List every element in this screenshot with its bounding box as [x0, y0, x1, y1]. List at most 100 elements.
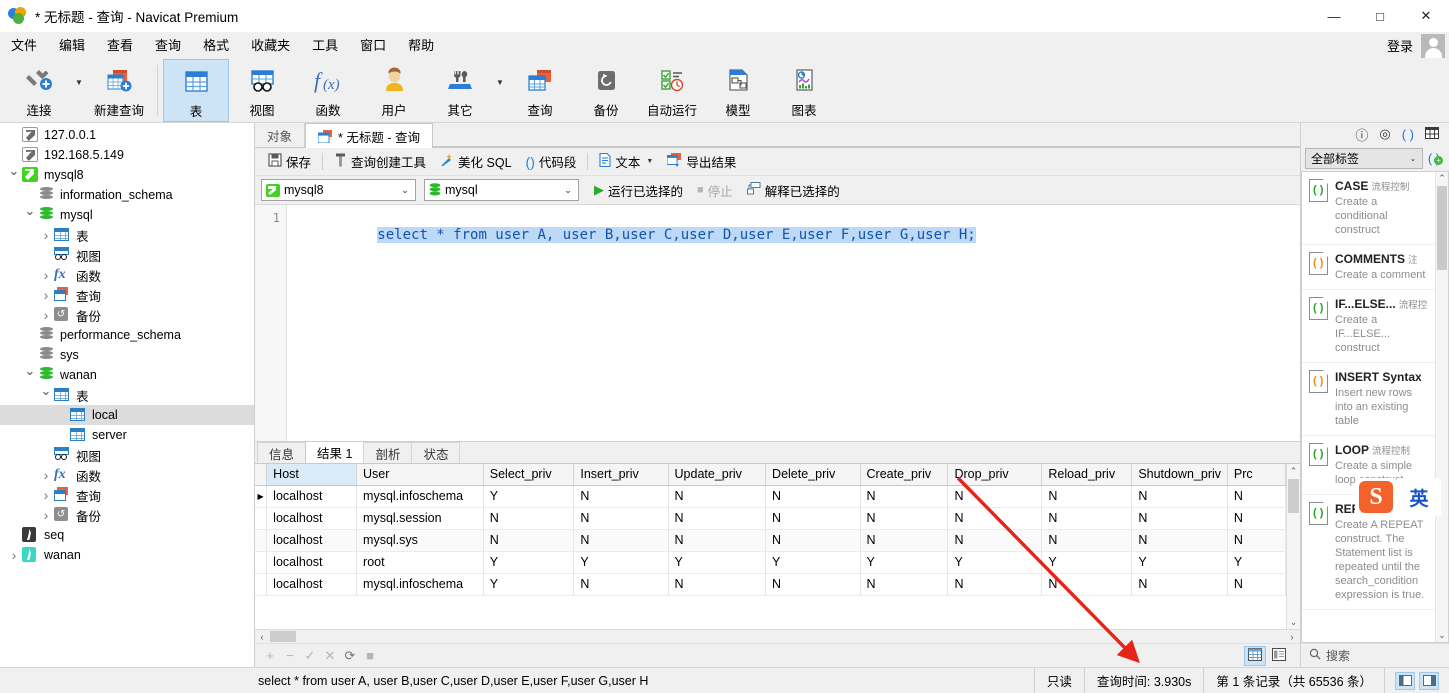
delete-record-button[interactable]: − [281, 647, 299, 665]
menu-favorites[interactable]: 收藏夹 [240, 32, 301, 59]
cancel-change-button[interactable]: ✕ [321, 647, 339, 665]
tree-node-wanan-21[interactable]: wanan [0, 545, 254, 565]
grid-column-header[interactable]: Delete_priv [765, 464, 861, 486]
grid-cell[interactable]: N [765, 529, 861, 552]
tree-twisty-collapsed-icon[interactable] [38, 507, 54, 523]
grid-column-header[interactable]: Shutdown_priv [1131, 464, 1228, 486]
toolbar-new-query[interactable]: 新建查询 [86, 59, 152, 122]
grid-cell[interactable]: N [1131, 529, 1228, 552]
grid-horizontal-scrollbar[interactable]: ‹ › [255, 629, 1300, 643]
tree-node--18[interactable]: 查询 [0, 485, 254, 505]
toolbar-table[interactable]: 表 [163, 59, 229, 122]
database-caret-icon[interactable]: ⌄ [560, 185, 576, 196]
snippet-list[interactable]: ( ) CASE 流程控制 Create a conditional construc… [1301, 171, 1449, 643]
sql-code-area[interactable]: select * from user A, user B,user C,user… [287, 205, 1300, 441]
connection-caret-icon[interactable]: ⌄ [397, 185, 413, 196]
grid-column-header[interactable]: User [356, 464, 484, 486]
grid-cell[interactable]: Y [483, 551, 575, 574]
snippet-item-3[interactable]: ( ) INSERT Syntax Insert new rows into an … [1302, 363, 1435, 436]
tree-node-127.0.0.1-0[interactable]: 127.0.0.1 [0, 125, 254, 145]
tree-node-mysql8-2[interactable]: mysql8 [0, 165, 254, 185]
tree-node-sys-11[interactable]: sys [0, 345, 254, 365]
grid-cell[interactable]: N [765, 485, 861, 508]
toolbar-view[interactable]: 视图 [229, 59, 295, 122]
grid-cell[interactable]: N [483, 529, 575, 552]
grid-column-header[interactable]: Insert_priv [573, 464, 669, 486]
grid-cell[interactable]: Y [765, 551, 861, 574]
grid-cell[interactable]: N [860, 507, 949, 530]
minimize-button[interactable]: — [1311, 0, 1357, 32]
sql-editor[interactable]: 1 select * from user A, user B,user C,us… [255, 205, 1300, 442]
grid-cell[interactable]: Y [573, 551, 669, 574]
grid-cell[interactable]: N [1227, 573, 1286, 596]
result-tab-2[interactable]: 剖析 [363, 442, 413, 463]
grid-cell[interactable]: N [668, 507, 767, 530]
grid-cell[interactable]: N [947, 485, 1043, 508]
toolbar-connection[interactable]: 连接 [6, 59, 72, 122]
split-vertical-button[interactable] [1395, 671, 1415, 690]
tree-node-performance_schema-10[interactable]: performance_schema [0, 325, 254, 345]
row-marker-cell[interactable] [255, 507, 268, 530]
menu-help[interactable]: 帮助 [397, 32, 445, 59]
tree-node-wanan-12[interactable]: wanan [0, 365, 254, 385]
tree-twisty-collapsed-icon[interactable] [38, 487, 54, 503]
table-row[interactable]: localhost mysql.sys N N N N N N N N N [255, 529, 1286, 552]
scroll-right-arrow-icon[interactable]: › [1285, 632, 1299, 642]
grid-cell[interactable]: localhost [266, 529, 358, 552]
tree-twisty-expanded-icon[interactable] [38, 387, 54, 403]
toolbar-chart[interactable]: 图表 [771, 59, 837, 122]
login-link[interactable]: 登录 [1387, 36, 1413, 55]
row-marker-cell[interactable] [255, 551, 268, 574]
tree-twisty-collapsed-icon[interactable] [38, 287, 54, 303]
grid-cell[interactable]: Y [947, 551, 1043, 574]
snippet-scroll-down-icon[interactable]: ⌄ [1438, 629, 1446, 642]
grid-column-header[interactable]: Host [266, 464, 358, 486]
snippet-scroll-up-icon[interactable]: ⌃ [1438, 172, 1446, 185]
grid-column-header[interactable]: Drop_priv [947, 464, 1043, 486]
table-row[interactable]: ▶ localhost mysql.infoschema Y N N N N N N N N [255, 485, 1286, 508]
tree-node-192.168.5.149-1[interactable]: 192.168.5.149 [0, 145, 254, 165]
grid-cell[interactable]: Y [483, 485, 575, 508]
tree-twisty-collapsed-icon[interactable] [38, 467, 54, 483]
close-button[interactable]: ✕ [1403, 0, 1449, 32]
tree-node--13[interactable]: 表 [0, 385, 254, 405]
grid-cell[interactable]: N [947, 529, 1043, 552]
menu-query[interactable]: 查询 [144, 32, 192, 59]
result-tab-0[interactable]: 信息 [257, 442, 307, 463]
form-view-button[interactable] [1268, 646, 1290, 666]
toolbar-user[interactable]: 用户 [361, 59, 427, 122]
toolbar-function[interactable]: f (x) 函数 [295, 59, 361, 122]
grid-cell[interactable]: N [1227, 507, 1286, 530]
grid-cell[interactable]: Y [483, 573, 575, 596]
menu-view[interactable]: 查看 [96, 32, 144, 59]
grid-cell[interactable]: N [947, 573, 1043, 596]
avatar[interactable] [1421, 33, 1445, 58]
grid-cell[interactable]: N [860, 529, 949, 552]
tree-twisty-collapsed-icon[interactable] [6, 547, 22, 563]
snippet-scrollbar[interactable]: ⌃ ⌄ [1435, 172, 1448, 642]
menu-format[interactable]: 格式 [192, 32, 240, 59]
snippets-button[interactable]: () 代码段 [519, 150, 584, 174]
tree-node-local-14[interactable]: local [0, 405, 254, 425]
snippet-scroll-thumb[interactable] [1437, 186, 1447, 270]
vertical-scroll-thumb[interactable] [1288, 479, 1299, 513]
grid-cell[interactable]: Y [1131, 551, 1228, 574]
grid-cell[interactable]: N [765, 507, 861, 530]
grid-column-header[interactable]: Select_priv [483, 464, 575, 486]
grid-cell[interactable]: mysql.session [356, 507, 484, 530]
result-grid-scroll[interactable]: Host User Select_priv Insert_priv Update_pri… [255, 464, 1286, 629]
tree-node--17[interactable]: fx 函数 [0, 465, 254, 485]
grid-column-header[interactable]: Reload_priv [1041, 464, 1133, 486]
tree-node-seq-20[interactable]: seq [0, 525, 254, 545]
toolbar-query[interactable]: 查询 [507, 59, 573, 122]
stop-button[interactable]: ■ 停止 [690, 178, 740, 202]
snippet-item-2[interactable]: ( ) IF...ELSE... 流程控 Create a IF...ELSE... … [1302, 290, 1435, 363]
table-row[interactable]: localhost mysql.infoschema Y N N N N N N N N [255, 573, 1286, 596]
tree-node-mysql-4[interactable]: mysql [0, 205, 254, 225]
tab-object[interactable]: 对象 [255, 123, 306, 147]
grid-cell[interactable]: mysql.infoschema [356, 573, 484, 596]
grid-cell[interactable]: N [1227, 529, 1286, 552]
snippet-search[interactable]: 搜索 [1301, 643, 1449, 667]
toolbar-backup[interactable]: 备份 [573, 59, 639, 122]
snippet-item-1[interactable]: ( ) COMMENTS 注 Create a comment [1302, 245, 1435, 290]
